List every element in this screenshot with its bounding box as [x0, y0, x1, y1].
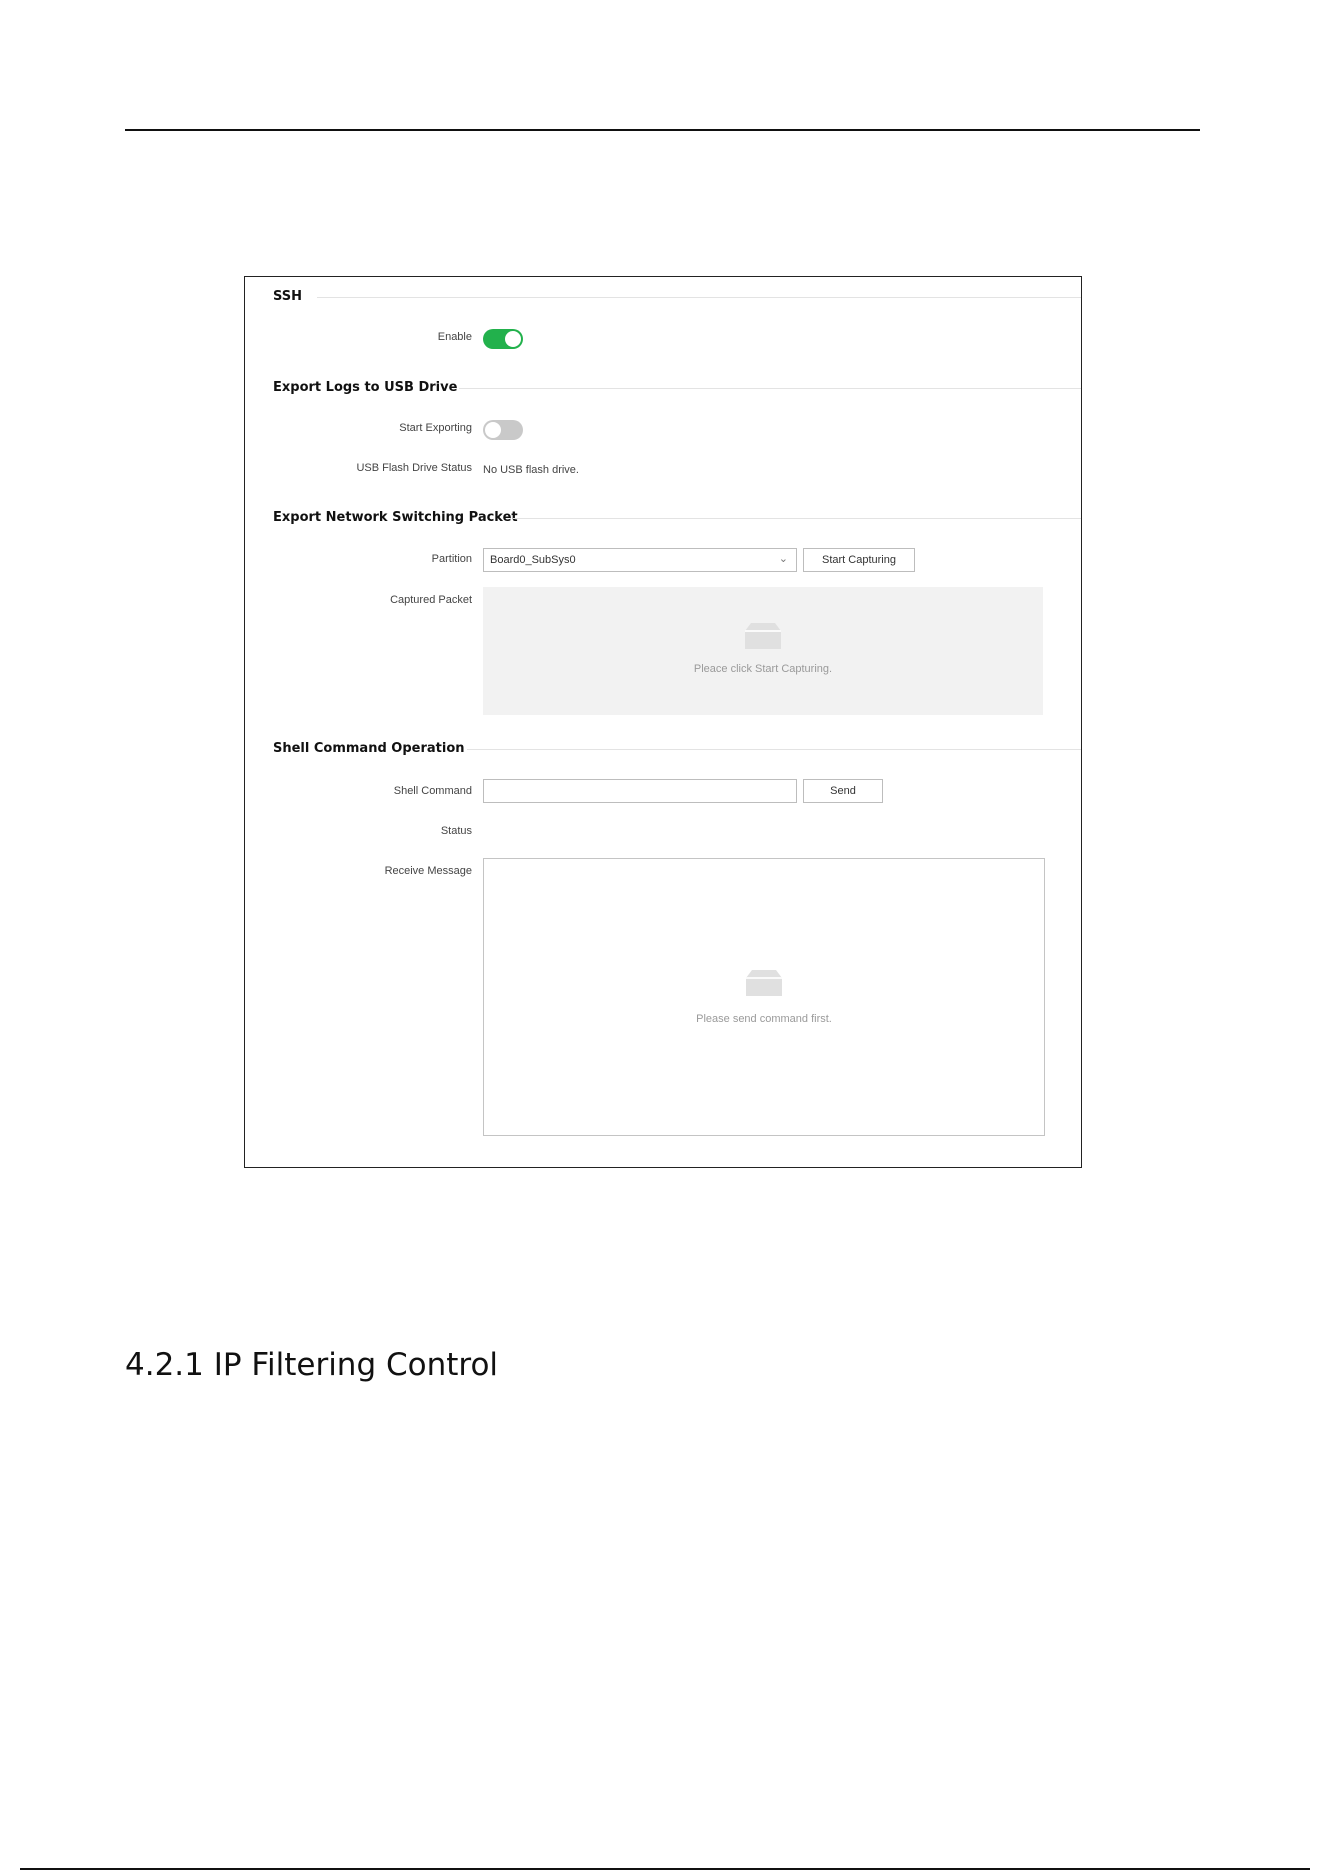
footer-rule — [20, 1868, 1310, 1870]
toggle-knob — [485, 422, 501, 438]
section-title-shell: Shell Command Operation — [273, 741, 465, 756]
captured-packet-panel: Pleace click Start Capturing. — [483, 587, 1043, 715]
receive-message-panel: Please send command first. — [483, 858, 1045, 1136]
partition-value: Board0_SubSys0 — [490, 554, 576, 566]
section-divider — [317, 297, 1081, 298]
section-heading: 4.2.1 IP Filtering Control — [125, 1347, 499, 1383]
status-label: Status — [440, 825, 472, 837]
partition-label: Partition — [431, 553, 472, 565]
shell-command-label: Shell Command — [393, 785, 472, 797]
send-button[interactable]: Send — [803, 779, 883, 803]
section-divider — [513, 518, 1081, 519]
receive-message-label: Receive Message — [384, 865, 472, 877]
start-exporting-label: Start Exporting — [399, 422, 472, 434]
shell-command-input[interactable] — [483, 779, 797, 803]
section-title-ssh: SSH — [273, 289, 303, 304]
settings-screenshot: SSH Enable Export Logs to USB Drive Star… — [244, 276, 1082, 1168]
toggle-knob — [505, 331, 521, 347]
captured-packet-empty-text: Pleace click Start Capturing. — [693, 663, 833, 675]
section-title-export-logs: Export Logs to USB Drive — [273, 380, 458, 395]
section-title-export-packet: Export Network Switching Packet — [273, 510, 518, 525]
section-divider — [459, 388, 1081, 389]
partition-select[interactable]: Board0_SubSys0 ⌄ — [483, 548, 797, 572]
captured-packet-label: Captured Packet — [390, 594, 472, 606]
usb-status-value: No USB flash drive. — [483, 464, 579, 476]
usb-status-label: USB Flash Drive Status — [356, 462, 472, 474]
empty-inbox-icon — [745, 623, 781, 649]
section-divider — [467, 749, 1081, 750]
ssh-enable-toggle[interactable] — [483, 329, 523, 349]
receive-message-empty-text: Please send command first. — [696, 1013, 832, 1025]
chevron-down-icon: ⌄ — [778, 553, 788, 565]
start-capturing-button[interactable]: Start Capturing — [803, 548, 915, 572]
start-exporting-toggle[interactable] — [483, 420, 523, 440]
header-rule — [125, 129, 1200, 131]
empty-inbox-icon — [746, 970, 782, 996]
enable-label: Enable — [437, 331, 472, 343]
